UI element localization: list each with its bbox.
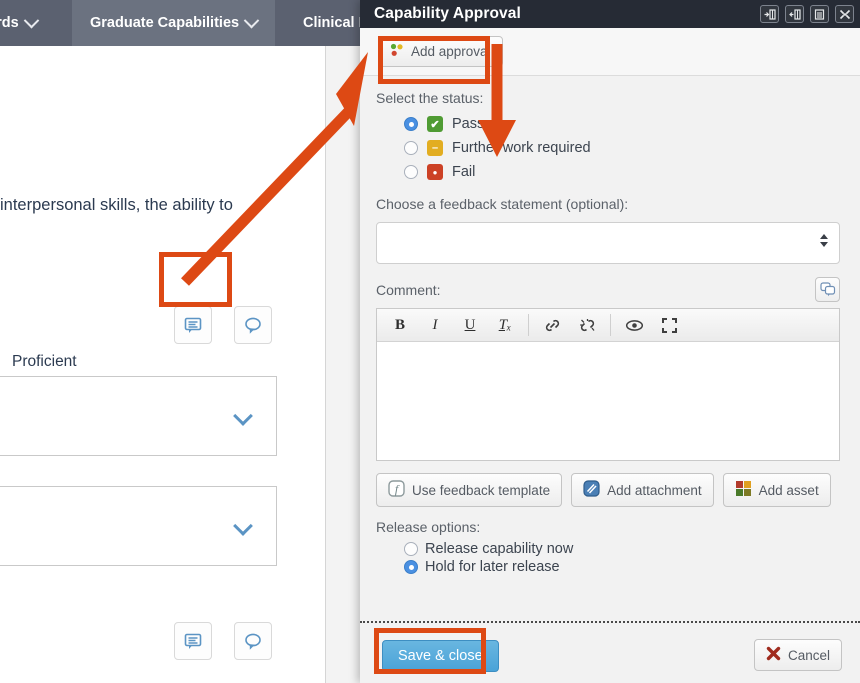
link-icon (545, 319, 559, 331)
feedback-statement-label: Choose a feedback statement (optional): (376, 196, 629, 212)
background-content: interpersonal skills, the ability to Pro… (0, 46, 325, 683)
speech-bubble-icon (245, 633, 261, 650)
feedback-statement-select[interactable] (376, 222, 840, 264)
dialog-body: Select the status: ✔ Pass – Further work… (360, 76, 860, 575)
tab-standards[interactable]: lards (0, 0, 55, 46)
status-option-further-work-label: Further work required (452, 140, 591, 156)
status-option-fail-label: Fail (452, 164, 476, 180)
save-and-close-button[interactable]: Save & close (382, 640, 499, 672)
tab-standards-label: lards (0, 15, 19, 31)
dialog-window-controls (760, 5, 854, 23)
bold-button[interactable]: B (383, 312, 417, 338)
dialog-title-bar: Capability Approval (360, 0, 860, 28)
release-option-hold-label: Hold for later release (425, 559, 560, 575)
comment-button-lower[interactable] (174, 622, 212, 660)
italic-button[interactable]: I (418, 312, 452, 338)
asset-grid-icon (735, 480, 752, 500)
comment-textarea[interactable] (377, 342, 839, 460)
double-speech-bubble-icon (819, 282, 835, 297)
add-attachment-label: Add attachment (607, 482, 702, 498)
tab-graduate-capabilities-label: Graduate Capabilities (90, 15, 240, 31)
use-feedback-template-button[interactable]: f Use feedback template (376, 473, 563, 507)
speech-button-upper[interactable] (234, 306, 272, 344)
comment-header: Comment: (376, 277, 840, 302)
toolbar-divider-2 (610, 314, 611, 336)
collapsed-panel-1[interactable] (0, 376, 277, 456)
release-option-hold[interactable]: Hold for later release (404, 559, 840, 575)
comment-label: Comment: (376, 281, 441, 298)
comment-lines-icon (184, 633, 202, 649)
cancel-button[interactable]: Cancel (753, 639, 842, 671)
capability-description-text: interpersonal skills, the ability to (0, 196, 233, 214)
add-approval-label: Add approval (411, 44, 491, 59)
status-option-further-work[interactable]: – Further work required (404, 140, 840, 156)
chevron-down-icon (243, 12, 260, 28)
comment-editor-toolbar: B I U Tₓ (377, 309, 839, 342)
close-x-icon (766, 646, 781, 664)
use-feedback-template-label: Use feedback template (412, 482, 551, 498)
release-option-now-label: Release capability now (425, 541, 574, 557)
add-asset-button[interactable]: Add asset (722, 473, 831, 507)
toolbar-divider-1 (528, 314, 529, 336)
speech-button-lower[interactable] (234, 622, 272, 660)
maximize-icon (661, 317, 677, 333)
radio-pass[interactable] (404, 117, 418, 131)
dot-circle-icon: ● (427, 164, 443, 180)
cancel-label: Cancel (787, 647, 830, 663)
unlink-icon (579, 318, 595, 331)
status-section-label: Select the status: (376, 90, 484, 106)
dock-left-icon[interactable] (785, 5, 804, 23)
chevron-down-icon (23, 12, 39, 28)
remove-format-button[interactable]: Tₓ (488, 312, 522, 338)
radio-further-work[interactable] (404, 141, 418, 155)
status-option-pass[interactable]: ✔ Pass (404, 116, 840, 132)
radio-hold-for-later[interactable] (404, 560, 418, 574)
eye-icon (625, 319, 643, 331)
comment-lines-icon (184, 317, 202, 333)
check-circle-icon: ✔ (427, 116, 443, 132)
chevron-down-icon (233, 516, 253, 536)
status-option-fail[interactable]: ● Fail (404, 164, 840, 180)
add-asset-label: Add asset (758, 482, 819, 498)
add-approval-button[interactable]: Add approval (378, 36, 503, 67)
maximize-window-icon[interactable] (835, 5, 854, 23)
unlink-button[interactable] (570, 312, 604, 338)
dialog-footer: Save & close Cancel (360, 621, 860, 683)
chevron-down-icon (233, 406, 253, 426)
restore-window-icon[interactable] (810, 5, 829, 23)
underline-button[interactable]: U (453, 312, 487, 338)
link-button[interactable] (535, 312, 569, 338)
comment-editor: B I U Tₓ (376, 308, 840, 461)
tab-graduate-capabilities[interactable]: Graduate Capabilities (72, 0, 276, 46)
dock-right-icon[interactable] (760, 5, 779, 23)
minus-circle-icon: – (427, 140, 443, 156)
radio-release-now[interactable] (404, 542, 418, 556)
speech-bubble-icon (245, 317, 261, 334)
feedback-template-icon: f (388, 480, 405, 500)
collapsed-panel-2[interactable] (0, 486, 277, 566)
release-options-label: Release options: (376, 519, 481, 535)
comment-button-upper[interactable] (174, 306, 212, 344)
attachment-buttons-row: f Use feedback template Add attachment A… (376, 473, 840, 507)
screenshot-root: lards Graduate Capabilities Clinical Pl … (0, 0, 860, 683)
radio-fail[interactable] (404, 165, 418, 179)
maximize-button[interactable] (652, 312, 686, 338)
traffic-dots-icon (390, 43, 404, 60)
add-attachment-button[interactable]: Add attachment (571, 473, 714, 507)
proficiency-level-label: Proficient (12, 353, 77, 370)
spinner-arrows-icon (820, 234, 828, 247)
release-option-now[interactable]: Release capability now (404, 541, 840, 557)
preview-button[interactable] (617, 312, 651, 338)
capability-approval-dialog: Capability Approval Add approval Select … (360, 0, 860, 683)
page-gutter (325, 46, 360, 683)
dialog-toolbar: Add approval (360, 28, 860, 76)
comment-bubble-button[interactable] (815, 277, 840, 302)
dialog-title: Capability Approval (374, 5, 521, 22)
attachment-icon (583, 480, 600, 500)
status-option-pass-label: Pass (452, 116, 485, 132)
